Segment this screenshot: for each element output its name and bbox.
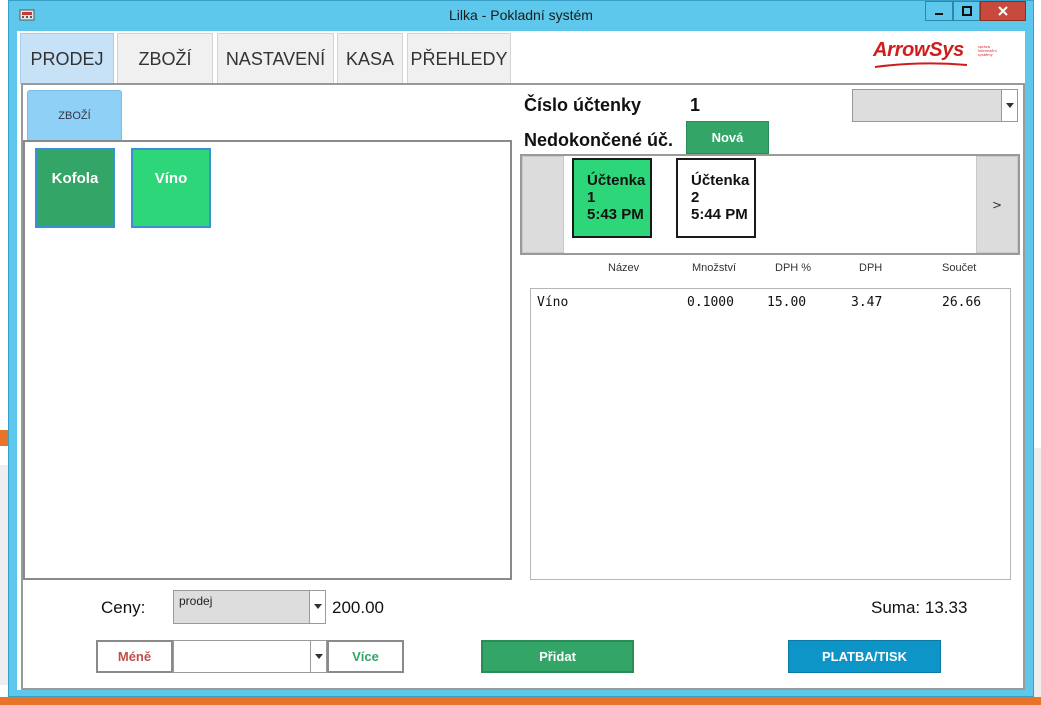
price-amount: 200.00 — [332, 598, 384, 617]
app-window: Lilka - Pokladní systém PRODEJ ZBOŽÍ NAS… — [8, 0, 1034, 697]
unfinished-receipts-label: Nedokončené úč. — [524, 130, 674, 150]
brand-tagline: správa informační systémy — [978, 45, 997, 57]
receipt-carousel: Účtenka 1 5:43 PM Účtenka 2 5:44 PM > — [520, 154, 1020, 255]
receipt-number-value: 1 — [690, 95, 701, 115]
column-header-quantity: Množství — [692, 262, 737, 274]
sum-label: Suma: — [871, 598, 921, 617]
tab-prehledy[interactable]: PŘEHLEDY — [407, 33, 511, 84]
receipt-card-time: 5:43 PM — [587, 206, 644, 223]
receipt-card-number: 1 — [587, 189, 596, 206]
less-button[interactable]: Méně — [96, 640, 173, 673]
item-quantity: 0.1000 — [687, 295, 734, 310]
chevron-down-icon — [310, 641, 326, 672]
tab-prodej[interactable]: PRODEJ — [20, 33, 114, 84]
item-total: 26.66 — [942, 295, 982, 310]
receipt-card-2[interactable]: Účtenka 2 5:44 PM — [676, 158, 756, 238]
price-list-select[interactable]: prodej — [173, 590, 326, 624]
pay-print-button[interactable]: PLATBA/TISK — [788, 640, 941, 673]
add-button[interactable]: Přidat — [481, 640, 634, 673]
receipt-card-1[interactable]: Účtenka 1 5:43 PM — [572, 158, 652, 238]
column-header-vat: DPH — [859, 262, 883, 274]
minimize-icon — [935, 13, 943, 15]
product-grid: Kofola Víno — [23, 140, 512, 580]
column-header-total: Součet — [942, 262, 977, 274]
product-button-vino[interactable]: Víno — [131, 148, 211, 228]
maximize-button[interactable] — [953, 1, 980, 21]
receipt-card-time: 5:44 PM — [691, 206, 748, 223]
receipt-next-button[interactable]: > — [976, 156, 1018, 253]
receipt-number-label: Číslo účtenky — [524, 95, 642, 115]
more-button[interactable]: Více — [327, 640, 404, 673]
receipt-card-title: Účtenka — [691, 172, 750, 189]
desktop-taskbar-edge — [0, 697, 1041, 705]
item-name: Víno — [537, 295, 569, 310]
column-header-vat-rate: DPH % — [775, 262, 812, 274]
product-button-kofola[interactable]: Kofola — [35, 148, 115, 228]
chevron-down-icon — [1001, 90, 1017, 121]
quantity-input[interactable] — [173, 640, 327, 673]
receipt-select[interactable] — [852, 89, 1018, 122]
close-button[interactable] — [980, 1, 1026, 21]
app-client-area: PRODEJ ZBOŽÍ NASTAVENÍ KASA PŘEHLEDY Arr… — [17, 31, 1025, 690]
receipt-card-title: Účtenka — [587, 172, 646, 189]
prices-label: Ceny: — [101, 598, 146, 617]
new-receipt-button[interactable]: Nová — [686, 121, 769, 154]
item-vat-rate: 15.00 — [767, 295, 807, 310]
minimize-button[interactable] — [925, 1, 953, 21]
brand-swoosh-icon — [874, 62, 968, 68]
sum-display: Suma: 13.33 — [871, 598, 967, 618]
window-title: Lilka - Pokladní systém — [449, 7, 593, 23]
title-bar[interactable]: Lilka - Pokladní systém — [9, 1, 1033, 31]
receipt-prev-button[interactable] — [522, 156, 564, 253]
close-icon — [998, 6, 1008, 16]
brand-name: ArrowSys — [873, 39, 964, 61]
chevron-down-icon — [309, 591, 325, 623]
subtab-zbozi[interactable]: ZBOŽÍ — [27, 90, 122, 140]
sum-value: 13.33 — [924, 598, 968, 617]
receipt-items-list[interactable]: Víno 0.1000 15.00 3.47 26.66 — [530, 288, 1011, 580]
item-vat: 3.47 — [851, 295, 883, 310]
sale-panel: ZBOŽÍ Kofola Víno Číslo účtenky 1 Nedoko… — [21, 83, 1025, 690]
receipt-card-number: 2 — [691, 189, 700, 206]
tab-kasa[interactable]: KASA — [337, 33, 403, 84]
tab-zbozi[interactable]: ZBOŽÍ — [117, 33, 213, 84]
maximize-icon — [961, 6, 972, 16]
tab-nastaveni[interactable]: NASTAVENÍ — [217, 33, 334, 84]
brand-logo: ArrowSys správa informační systémy — [873, 39, 997, 69]
price-list-value: prodej — [179, 594, 213, 608]
column-header-name: Název — [608, 262, 640, 274]
